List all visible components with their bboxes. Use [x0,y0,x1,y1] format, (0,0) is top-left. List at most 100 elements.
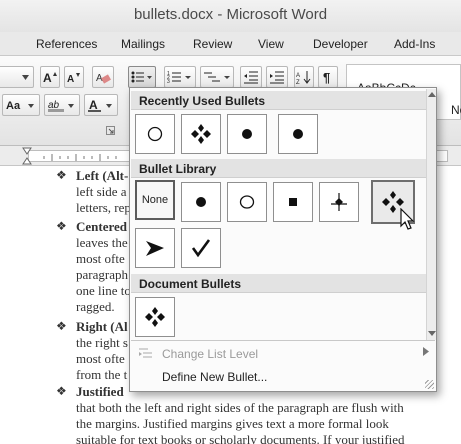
sort-button[interactable]: AZ [294,66,314,88]
change-list-level-item[interactable]: Change List Level [131,343,435,365]
clear-formatting-icon: A [96,73,111,84]
doc-line: Justified [76,384,124,399]
highlight-color-button[interactable]: ab [44,94,80,116]
tab-mailings[interactable]: Mailings [121,37,165,51]
list-level-icon [139,348,152,358]
tab-references[interactable]: References [36,37,97,51]
text-effects-button[interactable]: Aa [2,94,40,116]
doc-line: suitable for text books or scholarly doc… [76,432,405,444]
pilcrow-icon: ¶ [323,70,330,84]
dialog-launcher-icon[interactable] [106,126,116,136]
ruler-ticks [22,147,117,165]
tab-review[interactable]: Review [193,37,232,51]
increase-indent-button[interactable] [266,66,288,88]
library-bullet-filled-circle[interactable] [181,182,221,222]
window-title: bullets.docx - Microsoft Word [133,6,328,23]
font-color-button[interactable]: A [84,94,118,116]
recent-bullet-filled-circle[interactable] [278,114,318,154]
resize-grip-icon[interactable] [425,380,434,389]
doc-line: left side a [76,184,127,199]
shrink-font-icon: A [67,73,80,84]
recent-bullet-filled-circle[interactable] [227,114,267,154]
grow-font-button[interactable]: A [40,66,60,88]
arrowhead-icon [146,241,164,256]
library-bullet-checkmark[interactable] [181,228,221,268]
doc-line: from the t [76,367,128,382]
svg-text:A: A [43,71,52,84]
hollow-circle-icon [147,126,163,142]
filled-circle-icon [242,129,252,139]
bullet-library-menu: Recently Used Bullets Bullet Library Non… [129,87,437,392]
change-list-level-label: Change List Level [162,347,259,361]
shrink-font-button[interactable]: A [64,66,84,88]
menu-scrollbar[interactable] [426,89,436,340]
bullet-marker-icon: ❖ [56,384,67,398]
doc-line: paragraph [76,267,128,282]
svg-text:A: A [67,74,74,84]
define-new-bullet-label: Define New Bullet... [162,370,268,384]
hollow-circle-icon [239,195,255,209]
four-diamond-icon [145,307,165,327]
doc-line: letters, rep [76,200,131,215]
four-diamond-icon [191,124,211,144]
doc-line: the right s [76,335,128,350]
sort-icon: AZ [296,71,311,84]
submenu-arrow-icon [423,347,429,356]
font-size-dropdown[interactable] [0,66,34,88]
show-formatting-button[interactable]: ¶ [318,66,338,88]
svg-text:A: A [296,73,300,79]
svg-text:¶: ¶ [323,70,330,84]
bullet-marker-icon: ❖ [56,168,67,182]
bullets-button[interactable] [128,66,156,88]
svg-text:3: 3 [167,79,170,84]
recent-bullet-four-diamond[interactable] [181,114,221,154]
tab-developer[interactable]: Developer [313,37,368,51]
checkmark-icon [191,239,211,258]
tab-add-ins[interactable]: Add-Ins [394,37,435,51]
highlight-icon: ab [48,100,74,112]
increase-indent-icon [270,71,284,84]
svg-text:Aa: Aa [6,100,21,112]
multilevel-list-button[interactable] [200,66,234,88]
bullet-marker-icon: ❖ [56,319,67,333]
svg-text:A: A [89,98,98,112]
svg-text:Z: Z [296,80,300,84]
document-bullet-four-diamond[interactable] [135,297,175,337]
doc-line: leaves the [76,235,128,250]
library-bullet-none[interactable]: None [135,180,175,220]
filled-circle-icon [196,197,206,207]
doc-line: most ofte [76,351,125,366]
doc-line: Left (Alt- [76,168,129,183]
doc-line: one line to [76,283,131,298]
chevron-down-icon [22,74,29,80]
tab-view[interactable]: View [258,37,284,51]
decrease-indent-button[interactable] [240,66,262,88]
font-color-icon: A [88,98,112,112]
text-effects-icon: Aa [6,100,34,112]
none-label: None [141,194,169,206]
decrease-indent-icon [244,71,258,84]
ribbon-tabs: References Mailings Review View Develope… [0,32,461,56]
bullet-library-header: Bullet Library [131,159,426,178]
scroll-down-icon[interactable] [428,331,436,336]
library-bullet-hollow-circle[interactable] [227,182,267,222]
numbering-button[interactable]: 123 [164,66,196,88]
library-bullet-arrowhead[interactable] [135,228,175,268]
scroll-up-icon[interactable] [428,92,436,97]
indent-marker-icon[interactable] [22,157,32,165]
recent-bullet-hollow-circle[interactable] [135,114,175,154]
numbered-list-icon: 123 [167,71,191,84]
library-bullet-filled-square[interactable] [273,182,313,222]
doc-line: that both the left and right sides of th… [76,400,404,415]
document-bullets-header: Document Bullets [131,274,426,293]
bullet-marker-icon: ❖ [56,219,67,233]
doc-line: the margins. Justified margins gives tex… [76,416,389,431]
define-new-bullet-item[interactable]: Define New Bullet... [131,366,435,388]
doc-line: Centered [76,219,128,234]
filled-circle-icon [293,129,303,139]
clear-formatting-button[interactable]: A [92,66,114,88]
library-bullet-cross-diamond[interactable] [319,182,359,222]
cross-diamond-icon [331,193,347,211]
filled-square-icon [289,198,297,206]
style-no-spacing-preview[interactable]: No [451,103,461,117]
